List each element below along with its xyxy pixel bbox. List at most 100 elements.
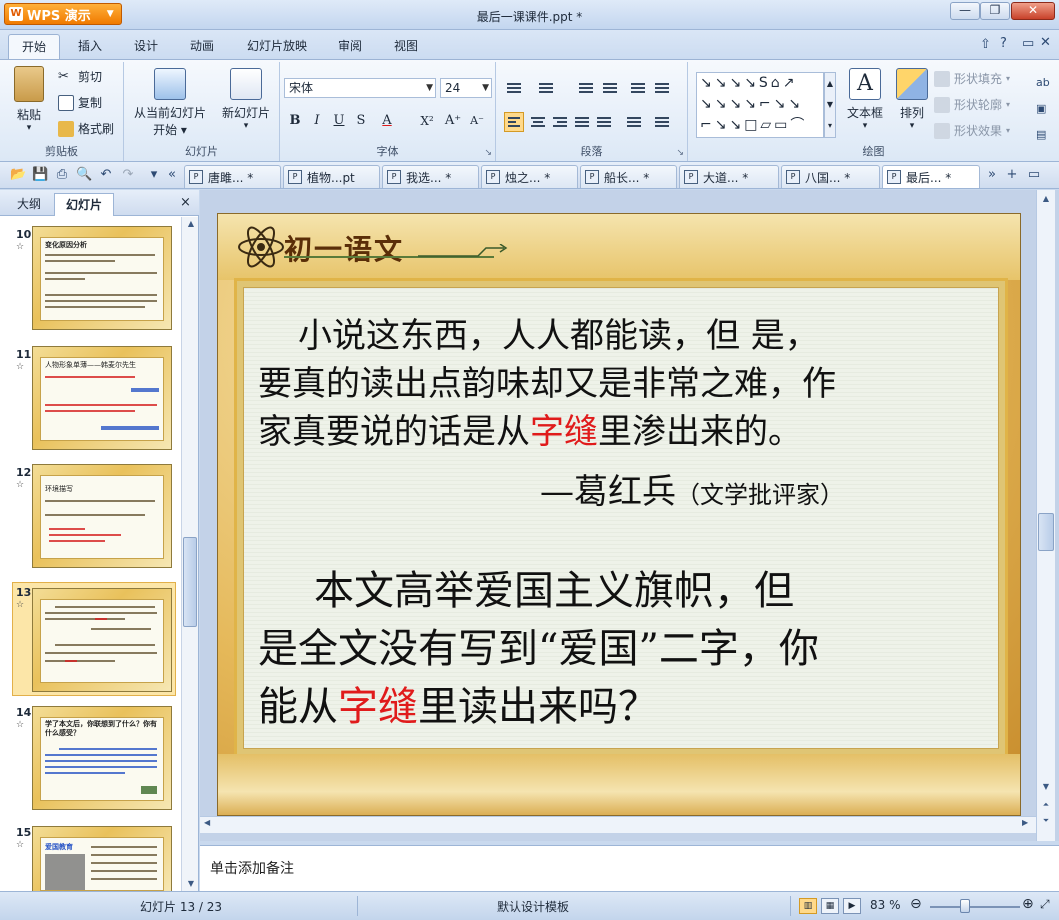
save-icon[interactable]: 💾 — [32, 167, 48, 183]
shape-effect-button[interactable]: 形状效果 ▾ — [934, 122, 1010, 139]
tab-outline[interactable]: 大纲 — [6, 193, 52, 216]
increase-indent-button[interactable] — [600, 78, 620, 98]
doc-tab[interactable]: P 唐雎... * — [184, 165, 281, 188]
doc-tab[interactable]: P 船长... * — [580, 165, 677, 188]
line-spacing-button[interactable] — [624, 112, 644, 132]
scroll-left-icon[interactable]: ◀ — [204, 818, 210, 827]
editor-vertical-scrollbar[interactable]: ▲ ▼ ⏶ ⏷ — [1036, 190, 1055, 841]
scroll-up-icon[interactable]: ▲ — [1039, 192, 1053, 206]
tab-slides[interactable]: 幻灯片 — [54, 193, 114, 216]
align-right-button[interactable] — [550, 112, 570, 132]
slideshow-view-button[interactable]: ▶ — [843, 898, 861, 914]
tabs-scroll-right-icon[interactable]: » — [984, 167, 1000, 183]
quote-line-1[interactable]: 小说这东西，人人都能读，但 是， — [298, 308, 819, 357]
grow-font-button[interactable]: A⁺ — [442, 110, 464, 132]
quote-line-2[interactable]: 要真的读出点韵味却又是非常之难，作 — [258, 356, 836, 405]
align-left-button[interactable] — [504, 112, 524, 132]
text-direction-button[interactable] — [628, 78, 648, 98]
zoom-out-icon[interactable]: ⊖ — [910, 896, 922, 912]
zoom-in-icon[interactable]: ⊕ — [1022, 896, 1034, 912]
slide-thumbnail[interactable]: 环境描写 — [32, 464, 172, 568]
align-center-button[interactable] — [528, 112, 548, 132]
tab-review[interactable]: 审阅 — [326, 34, 374, 59]
new-tab-icon[interactable]: + — [1004, 167, 1020, 183]
close-window-button[interactable]: ✕ — [1011, 2, 1055, 20]
tab-home[interactable]: 开始 — [8, 34, 60, 59]
tab-design[interactable]: 设计 — [122, 34, 170, 59]
bullets-button[interactable] — [504, 78, 524, 98]
scroll-up-icon[interactable]: ▲ — [184, 217, 198, 231]
copy-button[interactable]: 复制 — [58, 94, 102, 111]
doc-tab-active[interactable]: P 最后... * — [882, 165, 980, 188]
shape-outline-button[interactable]: 形状轮廓 ▾ — [934, 96, 1010, 113]
arrange-button[interactable]: 排列 ▾ — [892, 68, 932, 131]
slide-thumbnail[interactable]: 爱国教育 — [32, 826, 172, 892]
more-drawing-tools[interactable]: ab ▣ ▤ — [1036, 70, 1052, 141]
editor-horizontal-scrollbar[interactable]: ◀ ▶ — [200, 816, 1036, 833]
font-name-select[interactable]: 宋体 ▼ — [284, 78, 436, 98]
scroll-down-icon[interactable]: ▼ — [1039, 780, 1053, 794]
superscript-button[interactable]: X² — [416, 110, 438, 132]
customize-toolbar-icon[interactable]: ▾ — [146, 167, 162, 183]
notes-pane[interactable]: 单击添加备注 — [200, 845, 1059, 891]
quote-line-3[interactable]: 家真要说的话是从字缝里渗出来的。 — [258, 404, 802, 453]
align-text-button[interactable] — [652, 78, 672, 98]
decrease-indent-button[interactable] — [576, 78, 596, 98]
dialog-launcher-icon[interactable]: ↘ — [484, 148, 492, 158]
new-slide-button[interactable]: 新幻灯片 ▾ — [216, 68, 276, 131]
scroll-down-icon[interactable]: ▼ — [184, 877, 198, 891]
redo-icon[interactable]: ↷ — [120, 167, 136, 183]
text-box-button[interactable]: A 文本框 ▾ — [840, 68, 890, 131]
shrink-font-button[interactable]: A⁻ — [466, 110, 488, 132]
zoom-slider[interactable] — [930, 906, 1020, 908]
restore-icon[interactable]: ▭ — [1022, 36, 1034, 51]
font-size-select[interactable]: 24 ▼ — [440, 78, 492, 98]
slide-canvas[interactable]: 初一语文 小说这东西，人人都能读，但 是， 要真的读出点韵味却又是非常之难，作 … — [217, 213, 1021, 816]
scroll-thumb[interactable] — [1038, 513, 1054, 551]
bold-button[interactable]: B — [284, 110, 306, 132]
fit-window-icon[interactable]: ⤢ — [1040, 897, 1050, 912]
dialog-launcher-icon[interactable]: ↘ — [676, 148, 684, 158]
tab-insert[interactable]: 插入 — [66, 34, 114, 59]
zoom-slider-handle[interactable] — [959, 899, 970, 913]
print-preview-icon[interactable]: 🔍 — [76, 167, 92, 183]
help-icon[interactable]: ? — [1000, 36, 1007, 51]
slide-thumbnail[interactable]: 学了本文后，你联想到了什么？你有什么感受？ — [32, 706, 172, 810]
italic-button[interactable]: I — [306, 110, 328, 132]
maximize-button[interactable]: ❐ — [980, 2, 1010, 20]
doc-tab[interactable]: P 八国... * — [781, 165, 880, 188]
justify-button[interactable] — [572, 112, 592, 132]
next-slide-icon[interactable]: ⏷ — [1039, 814, 1053, 828]
question-line-1[interactable]: 本文高举爱国主义旗帜，但 — [314, 558, 794, 616]
numbering-button[interactable] — [536, 78, 556, 98]
normal-view-button[interactable]: ▥ — [799, 898, 817, 914]
tabs-scroll-left-icon[interactable]: « — [164, 167, 180, 183]
scroll-thumb[interactable] — [183, 537, 197, 627]
open-folder-icon[interactable]: 📂 — [10, 167, 26, 183]
paste-button[interactable]: 粘贴 ▾ — [8, 66, 50, 133]
font-color-button[interactable]: A — [376, 110, 398, 132]
minimize-button[interactable]: — — [950, 2, 980, 20]
pin-icon[interactable]: ⇧ — [980, 37, 991, 52]
slide-thumbnail[interactable]: 人物形象单薄——韩麦尔先生 — [32, 346, 172, 450]
slides-panel-scrollbar[interactable]: ▲ ▼ — [181, 217, 198, 892]
format-painter-button[interactable]: 格式刷 — [58, 120, 114, 137]
design-template-name[interactable]: 默认设计模板 — [497, 898, 569, 915]
doc-tab[interactable]: P 我选... * — [382, 165, 479, 188]
print-icon[interactable]: ⎙ — [54, 167, 70, 183]
shape-gallery-scroll[interactable]: ▲ ▼ ▾ — [824, 72, 836, 138]
close-doc-icon[interactable]: ✕ — [1040, 35, 1051, 50]
quote-attribution[interactable]: —葛红兵（文学批评家） — [540, 464, 844, 513]
doc-tab[interactable]: P 植物...pt — [283, 165, 380, 188]
doc-tab[interactable]: P 烛之... * — [481, 165, 578, 188]
tab-animation[interactable]: 动画 — [178, 34, 226, 59]
question-line-3[interactable]: 能从字缝里读出来吗？ — [258, 674, 658, 732]
slide-thumbnail[interactable]: 变化原因分析 — [32, 226, 172, 330]
slide-thumbnail-current[interactable] — [32, 588, 172, 692]
shape-gallery[interactable]: ↘↘↘↘S⌂↗ ↘↘↘↘⌐↘↘ ⌐↘↘□▱▭⌒ — [696, 72, 824, 138]
question-line-2[interactable]: 是全文没有写到“爱国”二字，你 — [258, 616, 819, 674]
distribute-button[interactable] — [594, 112, 614, 132]
undo-icon[interactable]: ↶ — [98, 167, 114, 183]
tab-list-icon[interactable]: ▭ — [1026, 167, 1042, 183]
cut-button[interactable]: ✂ 剪切 — [58, 68, 102, 85]
